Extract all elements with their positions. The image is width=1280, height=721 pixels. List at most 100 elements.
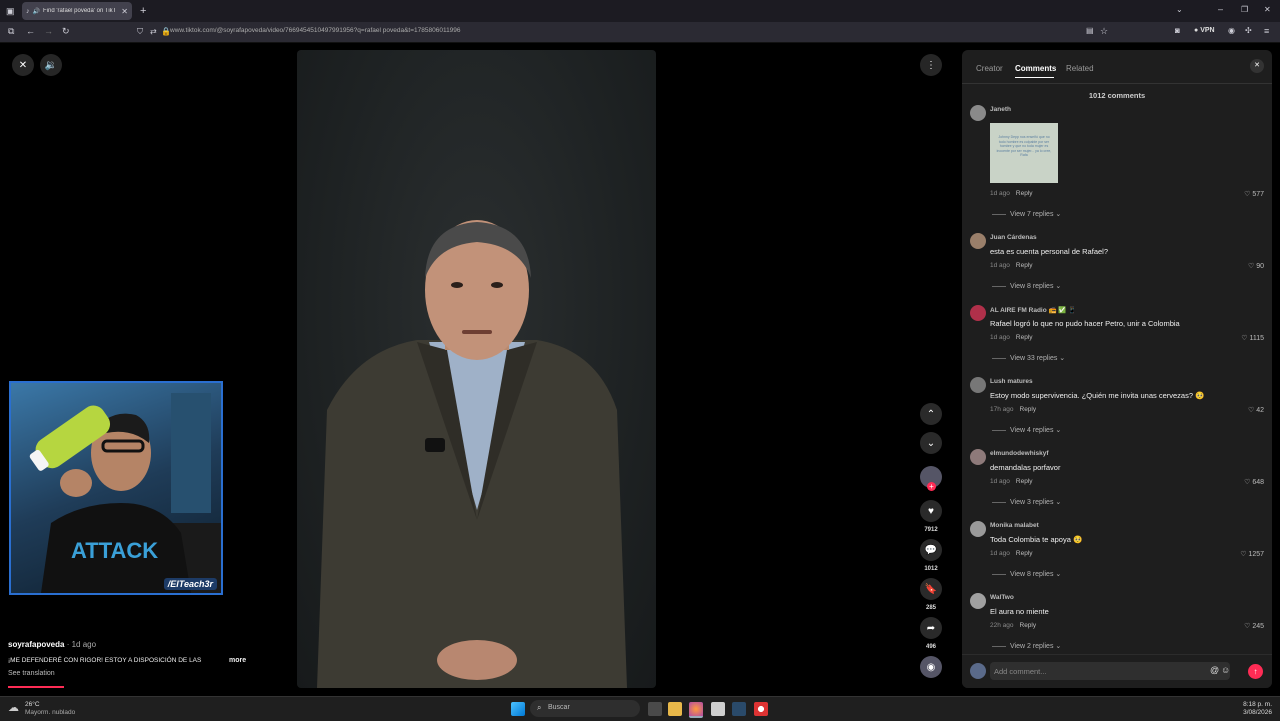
reply-button[interactable]: Reply bbox=[1020, 406, 1037, 413]
save-button[interactable]: 🔖 bbox=[920, 578, 942, 600]
avatar[interactable] bbox=[970, 105, 986, 121]
previous-video-button[interactable]: ⌃ bbox=[920, 403, 942, 425]
minimize-icon[interactable]: – bbox=[1218, 4, 1223, 14]
sound-disc[interactable]: ◉ bbox=[920, 656, 942, 678]
comment-likes[interactable]: ♡ 245 bbox=[1244, 622, 1264, 630]
account-icon[interactable]: ◉ bbox=[1228, 26, 1235, 35]
permissions-icon[interactable]: ⇄ bbox=[150, 27, 157, 36]
comment-likes[interactable]: ♡ 1115 bbox=[1241, 334, 1264, 342]
creator-avatar[interactable]: + bbox=[920, 466, 942, 491]
comment-likes[interactable]: ♡ 90 bbox=[1248, 262, 1264, 270]
taskbar-search[interactable]: ⌕ Buscar bbox=[530, 700, 640, 717]
shield-icon[interactable]: ⛉ bbox=[137, 27, 143, 37]
like-button[interactable]: ♥ bbox=[920, 500, 942, 522]
comment-text: Estoy modo supervivencia. ¿Quién me invi… bbox=[990, 391, 1205, 400]
view-replies-button[interactable]: View 2 replies ⌄ bbox=[992, 642, 1061, 650]
windows-start-icon[interactable] bbox=[511, 702, 525, 716]
reply-button[interactable]: Reply bbox=[1020, 622, 1037, 629]
view-replies-button[interactable]: View 4 replies ⌄ bbox=[992, 426, 1061, 434]
caption-text: ¡ME DEFENDERÉ CON RIGOR! ESTOY A DISPOSI… bbox=[8, 657, 202, 664]
caption-username[interactable]: soyrafapoveda bbox=[8, 640, 64, 649]
back-icon[interactable]: ← bbox=[26, 26, 35, 36]
close-window-icon[interactable]: ✕ bbox=[1264, 5, 1271, 14]
browser-tab[interactable]: ♪ 🔊 Find 'rafael poveda' on TikT ✕ bbox=[22, 2, 132, 20]
vpn-button[interactable]: ● VPN bbox=[1194, 27, 1215, 34]
post-comment-button[interactable]: ↑ bbox=[1248, 664, 1263, 679]
firefox-icon[interactable] bbox=[689, 702, 703, 718]
comment-likes[interactable]: ♡ 577 bbox=[1244, 190, 1264, 198]
comment-username[interactable]: Monika malabet bbox=[990, 522, 1039, 529]
audio-playing-icon[interactable]: 🔊 bbox=[33, 8, 40, 15]
comment-time: 17h ago bbox=[990, 406, 1014, 413]
browser-nav-bar: ⧉ ← → ↻ ⛉ ⇄ 🔒 www.tiktok.com/@soyrafapov… bbox=[0, 22, 1280, 43]
music-disc-icon: ◉ bbox=[926, 661, 936, 673]
view-replies-button[interactable]: View 3 replies ⌄ bbox=[992, 498, 1061, 506]
close-tab-icon[interactable]: ✕ bbox=[121, 7, 128, 16]
comment-button[interactable]: 💬 bbox=[920, 539, 942, 561]
see-translation-link[interactable]: See translation bbox=[8, 670, 55, 677]
more-options-button[interactable]: ⋮ bbox=[920, 54, 942, 76]
bookmark-star-icon[interactable]: ☆ bbox=[1100, 26, 1108, 37]
view-replies-button[interactable]: View 8 replies ⌄ bbox=[992, 282, 1061, 290]
reply-button[interactable]: Reply bbox=[1016, 478, 1033, 485]
forward-icon[interactable]: → bbox=[44, 26, 53, 36]
tab-creator[interactable]: Creator bbox=[976, 64, 1003, 73]
caption-more-link[interactable]: more bbox=[229, 657, 246, 664]
comment-likes[interactable]: ♡ 42 bbox=[1248, 406, 1264, 414]
reply-button[interactable]: Reply bbox=[1016, 262, 1033, 269]
store-icon[interactable] bbox=[711, 702, 725, 716]
view-replies-button[interactable]: View 8 replies ⌄ bbox=[992, 570, 1061, 578]
avatar[interactable] bbox=[970, 377, 986, 393]
comment-bubble-icon: 💬 bbox=[924, 544, 938, 556]
reply-button[interactable]: Reply bbox=[1016, 334, 1033, 341]
comment-sticker-image[interactable]: Johnny Depp nos enseñó que no todo hombr… bbox=[990, 123, 1058, 183]
tab-list-icon[interactable]: ▣ bbox=[6, 6, 15, 17]
comment-time: 22h ago bbox=[990, 622, 1014, 629]
comment-username[interactable]: Janeth bbox=[990, 106, 1011, 113]
reload-icon[interactable]: ↻ bbox=[62, 26, 70, 37]
mute-button[interactable]: 🔉 bbox=[40, 54, 62, 76]
avatar[interactable] bbox=[970, 521, 986, 537]
close-panel-button[interactable]: ✕ bbox=[1250, 59, 1264, 73]
list-all-tabs-icon[interactable]: ⌄ bbox=[1176, 5, 1183, 14]
comment-likes[interactable]: ♡ 1257 bbox=[1240, 550, 1264, 558]
comment-username[interactable]: WalTwo bbox=[990, 594, 1014, 601]
mention-icon[interactable]: @ bbox=[1210, 665, 1219, 675]
sidebar-icon[interactable]: ⧉ bbox=[8, 26, 14, 37]
maximize-icon[interactable]: ❐ bbox=[1241, 5, 1248, 14]
avatar[interactable] bbox=[970, 449, 986, 465]
file-explorer-icon[interactable] bbox=[668, 702, 682, 716]
comment-username[interactable]: elmundodewhiskyf bbox=[990, 450, 1049, 457]
emoji-icon[interactable]: ☺ bbox=[1221, 665, 1230, 675]
avatar[interactable] bbox=[970, 233, 986, 249]
reply-button[interactable]: Reply bbox=[1016, 550, 1033, 557]
opera-gx-icon[interactable] bbox=[754, 702, 768, 716]
weather-icon[interactable]: ☁ bbox=[8, 701, 19, 714]
comment-username[interactable]: Juan Cárdenas bbox=[990, 234, 1037, 241]
view-replies-button[interactable]: View 33 replies ⌄ bbox=[992, 354, 1065, 362]
video-player[interactable] bbox=[297, 50, 656, 688]
avatar[interactable] bbox=[970, 593, 986, 609]
comment-username[interactable]: Lush matures bbox=[990, 378, 1033, 385]
close-video-button[interactable]: ✕ bbox=[12, 54, 34, 76]
tab-comments[interactable]: Comments bbox=[1015, 64, 1056, 73]
add-comment-input[interactable]: Add comment... @ ☺ bbox=[990, 662, 1230, 680]
reply-button[interactable]: Reply bbox=[1016, 190, 1033, 197]
new-tab-icon[interactable]: + bbox=[140, 5, 146, 17]
share-button[interactable]: ➦ bbox=[920, 617, 942, 639]
follow-plus-icon[interactable]: + bbox=[927, 482, 936, 491]
address-bar[interactable]: www.tiktok.com/@soyrafapoveda/video/7669… bbox=[170, 27, 461, 34]
avatar[interactable] bbox=[970, 305, 986, 321]
comment-username[interactable]: AL AIRE FM Radio 📻 ✅ 📱 bbox=[990, 306, 1076, 314]
menu-icon[interactable]: ≡ bbox=[1264, 26, 1269, 36]
extensions-icon[interactable]: ✣ bbox=[1245, 26, 1252, 35]
next-video-button[interactable]: ⌄ bbox=[920, 432, 942, 454]
video-progress-fill[interactable] bbox=[8, 686, 64, 688]
view-replies-button[interactable]: View 7 replies ⌄ bbox=[992, 210, 1061, 218]
task-view-icon[interactable] bbox=[648, 702, 662, 716]
tab-related[interactable]: Related bbox=[1066, 64, 1094, 73]
screenshot-icon[interactable]: ◙ bbox=[1175, 26, 1180, 35]
reader-view-icon[interactable]: ▤ bbox=[1086, 26, 1094, 35]
comment-likes[interactable]: ♡ 648 bbox=[1244, 478, 1264, 486]
steam-icon[interactable] bbox=[732, 702, 746, 716]
